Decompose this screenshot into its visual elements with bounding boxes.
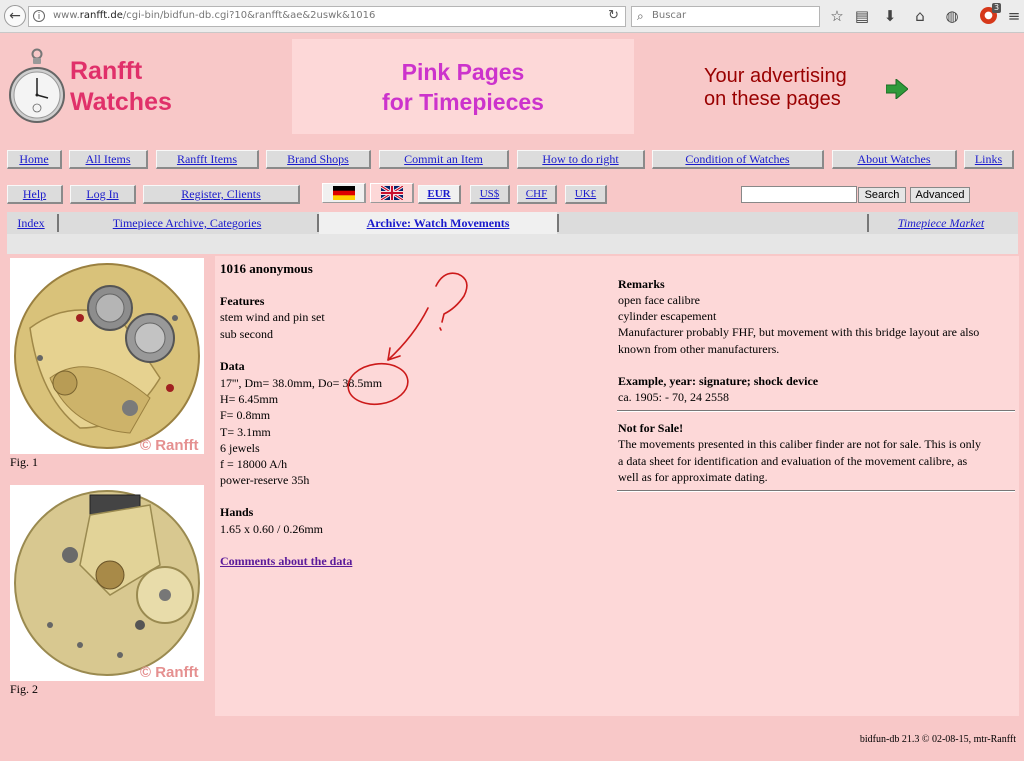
pink-pages-banner: Pink Pages for Timepieces (292, 39, 634, 134)
data-item: power-reserve 35h (220, 473, 310, 487)
pink-pages-subtitle: for Timepieces (382, 89, 544, 115)
logo-line2: Watches (70, 88, 172, 116)
login-button[interactable]: Log In (70, 185, 136, 204)
back-arrow-icon[interactable]: ← (4, 5, 26, 27)
data-item: f = 18000 A/h (220, 457, 288, 471)
remarks-line: cylinder escapement (618, 309, 717, 323)
remarks-line: Manufacturer probably FHF, but movement … (618, 325, 980, 339)
extension-icon[interactable]: ● 3 (980, 3, 1002, 24)
movement-title: 1016 anonymous (220, 261, 313, 276)
fig-2-label: Fig. 2 (10, 682, 39, 696)
comments-link[interactable]: Comments about the data (220, 553, 352, 569)
data-item: H= 6.45mm (220, 392, 279, 406)
spacer-bar (7, 234, 1018, 254)
feature-item: stem wind and pin set (220, 310, 325, 324)
search-button[interactable]: Search (858, 187, 906, 203)
remarks-line: open face calibre (618, 293, 700, 307)
info-icon[interactable]: i (33, 10, 45, 22)
divider (617, 490, 1015, 492)
fig-1-label: Fig. 1 (10, 455, 39, 469)
pink-pages-title: Pink Pages (401, 59, 525, 85)
subnav-market-link[interactable]: Timepiece Market (871, 212, 1011, 234)
not-for-sale-text: well as for approximate dating. (618, 470, 768, 484)
handwritten-annotation-icon (347, 272, 468, 406)
data-item: T= 3.1mm (220, 425, 271, 439)
nav-how-to-button[interactable]: How to do right (517, 150, 645, 169)
nav-ranfft-items-button[interactable]: Ranfft Items (156, 150, 259, 169)
extension-badge: 3 (992, 3, 1002, 13)
reading-list-icon[interactable]: ▤ (852, 6, 872, 26)
remarks-panel: Remarks open face calibre cylinder escap… (613, 256, 1019, 716)
ranfft-watches-logo[interactable]: Ranfft Watches (70, 56, 172, 118)
url-text[interactable]: www.ranfft.de/cgi-bin/bidfun-db.cgi?10&r… (53, 10, 375, 21)
home-icon[interactable]: ⌂ (910, 6, 930, 26)
currency-chf-button[interactable]: CHF (517, 185, 557, 204)
divider (617, 410, 1015, 412)
example-heading: Example, year: signature; shock device (618, 374, 819, 388)
data-item: F= 0.8mm (220, 408, 271, 422)
feature-item: sub second (220, 327, 273, 341)
download-icon[interactable]: ⬇ (880, 6, 900, 26)
currency-usd-button[interactable]: US$ (470, 185, 510, 204)
nav-condition-button[interactable]: Condition of Watches (652, 150, 824, 169)
reload-icon[interactable]: ↻ (608, 8, 619, 23)
remarks-heading: Remarks (618, 277, 665, 291)
hands-value: 1.65 x 0.60 / 0.26mm (220, 522, 324, 536)
browser-toolbar: ← i www.ranfft.de/cgi-bin/bidfun-db.cgi?… (0, 0, 1024, 33)
magnifier-icon: ⌕ (637, 9, 644, 23)
nav-brand-shops-button[interactable]: Brand Shops (266, 150, 371, 169)
subnav-divider (867, 214, 869, 232)
movement-photo-1[interactable] (10, 258, 204, 454)
pocket-watch-logo-icon[interactable] (8, 48, 66, 128)
subnav-divider (57, 214, 59, 232)
example-value: ca. 1905: - 70, 24 2558 (618, 390, 729, 404)
nav-home-button[interactable]: Home (7, 150, 62, 169)
subnav-archive-movements-tab[interactable]: Archive: Watch Movements (319, 212, 557, 234)
features-heading: Features (220, 294, 265, 308)
advanced-search-button[interactable]: Advanced (910, 187, 970, 203)
currency-eur-button[interactable]: EUR (418, 185, 461, 204)
not-for-sale-heading: Not for Sale! (618, 421, 684, 435)
watermark-1: © Ranfft (140, 437, 199, 454)
subnav-index-link[interactable]: Index (11, 212, 51, 234)
green-arrow-icon[interactable] (886, 79, 908, 99)
advert-line2: on these pages (704, 88, 841, 110)
flag-germany-icon[interactable] (322, 183, 366, 203)
bookmark-star-icon[interactable]: ☆ (827, 6, 847, 26)
register-button[interactable]: Register, Clients (143, 185, 300, 204)
sub-navigation: Index Timepiece Archive, Categories Arch… (7, 212, 1018, 234)
advertising-banner[interactable]: Your advertising on these pages (704, 65, 847, 111)
subnav-divider (557, 214, 559, 232)
movement-photo-2[interactable] (10, 485, 204, 681)
data-item: 6 jewels (220, 441, 260, 455)
flag-uk-icon[interactable] (370, 183, 414, 203)
watermark-2: © Ranfft (140, 664, 199, 681)
help-button[interactable]: Help (7, 185, 63, 204)
globe-menu-icon[interactable]: ◍ (942, 6, 962, 26)
logo-line1: Ranfft (70, 57, 143, 85)
currency-gbp-button[interactable]: UK£ (565, 185, 607, 204)
search-placeholder: Buscar (652, 10, 687, 21)
menu-icon[interactable]: ≡ (1004, 6, 1024, 26)
data-heading: Data (220, 359, 245, 373)
nav-about-button[interactable]: About Watches (832, 150, 957, 169)
address-bar[interactable]: i www.ranfft.de/cgi-bin/bidfun-db.cgi?10… (28, 6, 626, 27)
site-search-input[interactable] (741, 186, 857, 203)
subnav-archive-categories-link[interactable]: Timepiece Archive, Categories (63, 212, 311, 234)
browser-search-input[interactable]: ⌕ Buscar (631, 6, 820, 27)
nav-all-items-button[interactable]: All Items (69, 150, 148, 169)
remarks-line: known from other manufacturers. (618, 342, 780, 356)
not-for-sale-text: The movements presented in this caliber … (618, 437, 982, 451)
nav-commit-item-button[interactable]: Commit an Item (379, 150, 509, 169)
advert-line1: Your advertising (704, 65, 847, 87)
figures-column: © Ranfft Fig. 1 © Ranfft Fig. 2 (7, 256, 215, 716)
nav-links-button[interactable]: Links (964, 150, 1014, 169)
hands-heading: Hands (220, 505, 254, 519)
footer-copyright: bidfun-db 21.3 © 02-08-15, mtr-Ranfft (859, 734, 1016, 745)
not-for-sale-text: a data sheet for identification and eval… (618, 454, 968, 468)
